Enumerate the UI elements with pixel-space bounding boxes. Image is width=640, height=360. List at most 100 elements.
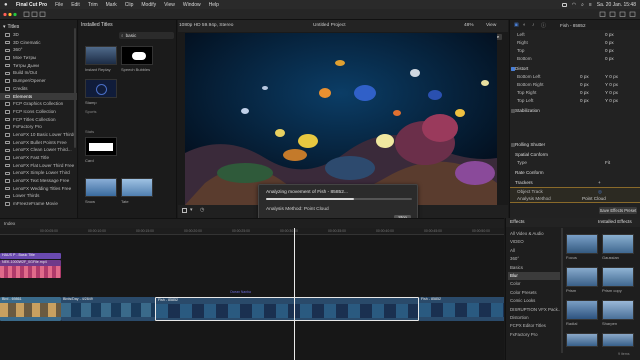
menu-trim[interactable]: Trim — [88, 2, 98, 8]
sidebar-root[interactable]: ▾ Titles — [0, 23, 77, 31]
sidebar-item[interactable]: LenoFX Bullet Points Free — [0, 139, 77, 147]
color-inspector-icon[interactable]: ◐ — [523, 22, 526, 28]
effect-thumb-radial[interactable] — [566, 300, 598, 320]
row-value[interactable]: 0 px — [580, 97, 589, 105]
effect-thumb[interactable] — [602, 333, 634, 347]
row-value[interactable]: 0 px — [605, 39, 614, 47]
effects-category[interactable]: FxFactory Pro — [508, 331, 560, 339]
menu-modify[interactable]: Modify — [141, 2, 156, 8]
sidebar-item[interactable]: Credits — [0, 85, 77, 93]
title-thumb-speech-bubbles[interactable] — [121, 46, 153, 65]
row-value[interactable]: Y 0 px — [605, 81, 618, 89]
sidebar-item[interactable]: Elements — [0, 92, 77, 101]
sidebar-item[interactable]: Mое Титры — [0, 54, 77, 62]
title-clip[interactable]: HAUS P - Basic Title — [0, 253, 61, 259]
title-thumb-stamp[interactable] — [85, 79, 117, 98]
row-value[interactable]: 0 px — [605, 31, 614, 39]
title-thumb-instant-replay[interactable] — [85, 46, 117, 65]
chevron-down-icon[interactable]: ▾ — [3, 24, 6, 30]
sidebar-item[interactable]: LenoFX Flat Lower Third Free — [0, 162, 77, 170]
effects-category[interactable]: Comic Looks — [508, 297, 560, 305]
timeline[interactable]: HAUS P - Basic Title NEK-1000W2F_0GFile.… — [0, 235, 504, 360]
audio-inspector-icon[interactable]: ♪ — [532, 22, 535, 28]
menu-app[interactable]: Final Cut Pro — [16, 2, 47, 8]
speed-icon[interactable]: ◷ — [200, 207, 204, 213]
sidebar-item[interactable]: 3D — [0, 31, 77, 39]
effect-thumb-prism[interactable] — [566, 267, 598, 287]
sidebar-item[interactable]: LenoFX Simple Lower Third — [0, 169, 77, 177]
effects-category[interactable]: Color — [508, 280, 560, 288]
menu-clip[interactable]: Clip — [125, 2, 134, 8]
stabilization-checkbox[interactable] — [511, 109, 515, 113]
sidebar-scrollbar[interactable] — [74, 28, 76, 148]
connected-clip[interactable]: NEK-1000W2F_0GFile.mp4 — [0, 260, 61, 278]
effect-thumb-prism-copy[interactable] — [602, 267, 634, 287]
sidebar-item[interactable]: FCP Titles Collection — [0, 116, 77, 124]
menu-window[interactable]: Window — [183, 2, 201, 8]
effect-thumb[interactable] — [566, 333, 598, 347]
sidebar-item[interactable]: FCP Graphics Collection — [0, 100, 77, 108]
row-value[interactable]: 0 px — [580, 89, 589, 97]
effects-category[interactable]: All Video & Audio — [508, 230, 560, 238]
sidebar-item[interactable]: FCP Icons Collection — [0, 108, 77, 116]
type-popup[interactable]: Fit — [605, 159, 610, 167]
transform-icon[interactable]: ▾ — [190, 207, 193, 213]
menu-mark[interactable]: Mark — [106, 2, 117, 8]
selected-clip[interactable]: Fish - 85852 — [155, 297, 419, 321]
effects-category[interactable]: DISRUPTION VFX Pack... — [508, 306, 560, 314]
primary-clip[interactable]: Fish - 85852 — [419, 297, 504, 321]
search-icon[interactable]: ⌕ — [581, 2, 584, 8]
sidebar-item[interactable]: mFreezeFrame Movie — [0, 200, 77, 208]
playhead[interactable] — [294, 228, 295, 360]
primary-clip[interactable]: Birds/Day - 4/2849 — [61, 297, 155, 321]
effect-thumb-focus[interactable] — [566, 234, 598, 254]
effects-scrollbar[interactable] — [561, 228, 563, 353]
view-menu[interactable]: View — [486, 23, 496, 28]
object-track-row[interactable]: Object Track ◎ — [510, 187, 640, 195]
row-value[interactable]: 0 px — [605, 55, 614, 63]
effects-category[interactable]: Blur — [508, 272, 560, 281]
analysis-method-popup[interactable]: Point Cloud — [582, 195, 606, 203]
menu-edit[interactable]: Edit — [71, 2, 80, 8]
row-value[interactable]: Y 0 px — [605, 97, 618, 105]
distort-section[interactable]: Distort — [510, 65, 640, 73]
rolling-shutter-checkbox[interactable] — [511, 143, 515, 147]
sidebar-item[interactable]: Титры Дыни — [0, 62, 77, 70]
sidebar-item[interactable]: LenoFX Clean Lower Third... — [0, 146, 77, 154]
sidebar-item[interactable]: 360° — [0, 46, 77, 54]
sidebar-item[interactable]: Build In/Out — [0, 69, 77, 77]
index-button[interactable]: Index — [4, 221, 15, 226]
title-thumb-snow[interactable] — [85, 178, 117, 197]
effects-category[interactable]: Distortion — [508, 314, 560, 322]
row-value[interactable]: 0 px — [580, 81, 589, 89]
wifi-icon[interactable]: ◠ — [572, 2, 576, 8]
menu-file[interactable]: File — [55, 2, 63, 8]
datetime[interactable]: Sa. 20 Jan. 15:48 — [597, 2, 636, 8]
sidebar-item[interactable]: 3D Cinematic — [0, 39, 77, 47]
row-value[interactable]: 0 px — [605, 47, 614, 55]
effects-category[interactable]: Basics — [508, 264, 560, 272]
effects-category[interactable]: All — [508, 247, 560, 255]
stabilization-section[interactable]: Stabilization — [510, 107, 640, 115]
menu-view[interactable]: View — [164, 2, 175, 8]
row-value[interactable]: Y 0 px — [605, 73, 618, 81]
save-effects-preset-button[interactable]: Save Effects Preset — [599, 207, 637, 214]
timeline-ruler[interactable]: 00:00:05:00 00:00:10:00 00:00:15:00 00:0… — [0, 228, 504, 235]
effects-category[interactable]: 360° — [508, 255, 560, 263]
title-thumb-card[interactable] — [85, 137, 117, 156]
viewer-canvas[interactable] — [185, 33, 497, 205]
effects-category[interactable]: VIDEO — [508, 238, 560, 246]
sidebar-item[interactable]: FxFactory Pro — [0, 123, 77, 131]
rolling-shutter-section[interactable]: Rolling Shutter — [510, 141, 640, 149]
control-center-icon[interactable]: ≡ — [589, 2, 592, 8]
sidebar-item[interactable]: LenoFX Fast Title — [0, 154, 77, 162]
distort-checkbox[interactable] — [511, 67, 515, 71]
search-input[interactable]: ⌕ basic — [119, 32, 174, 39]
add-tracker-icon[interactable]: + — [598, 179, 601, 187]
primary-clip[interactable]: Bird - 69861 — [0, 297, 61, 321]
sidebar-item[interactable]: LenoFX Wedding Titles Free — [0, 185, 77, 193]
apple-menu-icon[interactable]: ● — [4, 2, 10, 8]
row-value[interactable]: Y 0 px — [605, 89, 618, 97]
sidebar-item[interactable]: Bumper/Opener — [0, 77, 77, 85]
crop-icon[interactable] — [182, 208, 187, 213]
